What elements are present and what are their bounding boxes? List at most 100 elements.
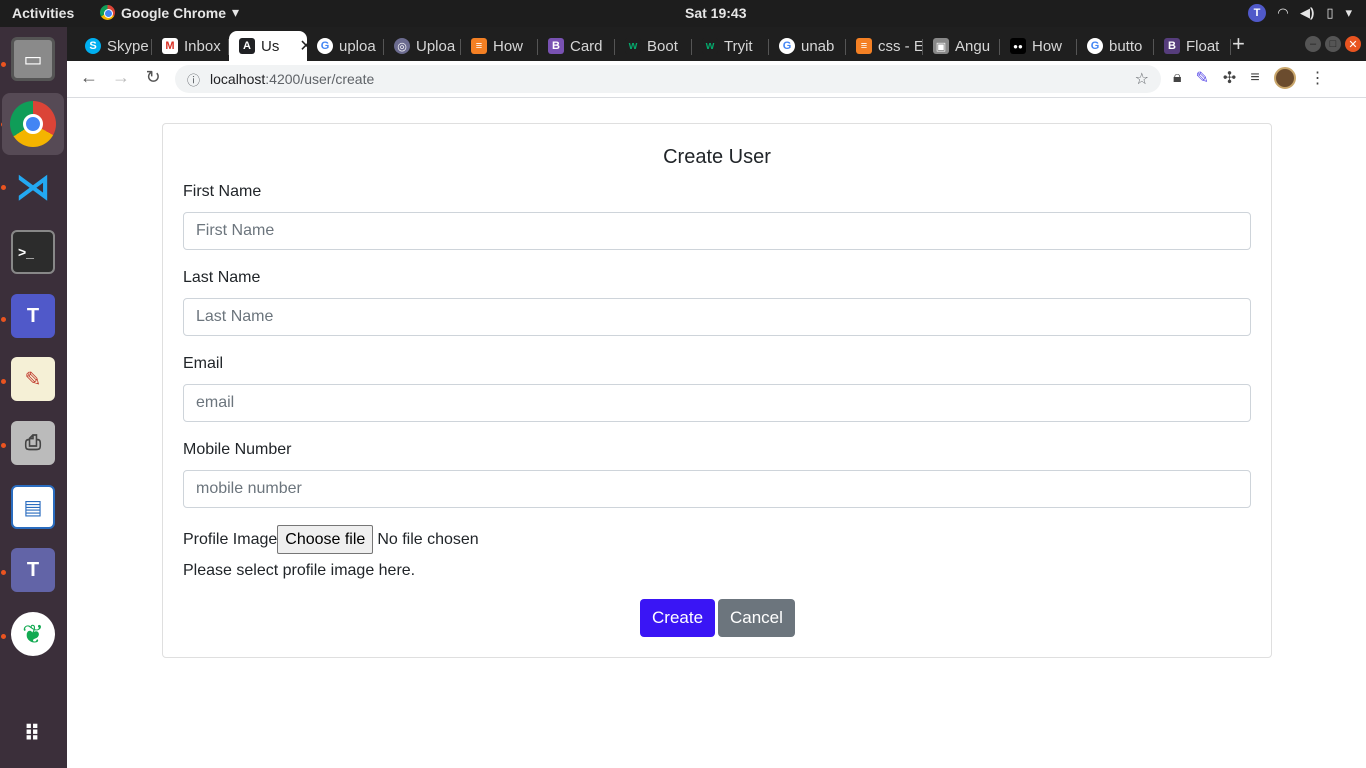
tab-tryit[interactable]: w Tryit — [692, 31, 769, 61]
tab-float[interactable]: B Float — [1154, 31, 1231, 61]
activities-button[interactable]: Activities — [12, 5, 74, 21]
chevron-down-icon[interactable]: ▾ — [1345, 5, 1352, 21]
create-button[interactable]: Create — [640, 599, 716, 637]
running-indicator — [1, 62, 6, 67]
extension-icons: 🔒︎ ✎ ✣ ≡ ⋮ — [1173, 67, 1326, 89]
tab-label: How — [1032, 37, 1063, 55]
maximize-window-button[interactable]: □ — [1325, 36, 1341, 52]
dock-vscode[interactable]: ⋊ — [8, 162, 58, 212]
bootstrap-icon: B — [1164, 38, 1180, 54]
dock-teams-preview[interactable]: T — [8, 545, 58, 595]
dock-teams[interactable]: T — [8, 291, 58, 341]
tab-boot[interactable]: w Boot — [615, 31, 692, 61]
profile-image-help-text: Please select profile image here. — [183, 562, 416, 579]
chrome-icon — [100, 5, 115, 20]
last-name-label: Last Name — [183, 269, 261, 286]
google-icon: G — [779, 38, 795, 54]
tab-inbox[interactable]: M Inbox — [152, 31, 229, 61]
running-indicator — [1, 634, 6, 639]
tab-label: Boot — [647, 37, 678, 55]
mongodb-leaf-icon: ❦ — [11, 612, 55, 656]
dock: ▭ ⋊ >_ T ✎ ⎙ ▤ T ❦ ⠿ — [0, 27, 67, 768]
tab-label: Inbox — [184, 37, 221, 55]
app-menu-label: Google Chrome — [121, 4, 227, 21]
close-tab-icon[interactable]: ✕ — [299, 36, 307, 56]
terminal-icon: >_ — [11, 230, 55, 274]
tab-label: css - E — [878, 37, 923, 55]
dock-chrome[interactable] — [2, 93, 64, 155]
media-queue-icon[interactable]: ≡ — [1250, 69, 1259, 87]
w3schools-icon: w — [625, 38, 641, 54]
show-applications-button[interactable]: ⠿ — [8, 709, 58, 759]
more-menu-icon[interactable]: ⋮ — [1310, 68, 1326, 88]
angular-icon: A — [239, 38, 255, 54]
create-user-card: Create User First Name Last Name Email M… — [162, 123, 1272, 658]
tab-active-user[interactable]: A Us ✕ — [229, 31, 307, 61]
dock-files[interactable]: ▭ — [8, 34, 58, 84]
system-top-bar: Activities Google Chrome ▾ Sat 19:43 T ◠… — [0, 0, 1366, 27]
scanner-icon: ⎙ — [11, 421, 55, 465]
last-name-input[interactable] — [183, 298, 1251, 336]
new-tab-button[interactable]: + — [1232, 31, 1245, 57]
profile-image-label: Profile Image — [183, 530, 278, 548]
gmail-icon: M — [162, 38, 178, 54]
tab-label: Card — [570, 37, 603, 55]
choose-file-button[interactable]: Choose file — [277, 525, 374, 554]
running-indicator — [1, 379, 6, 384]
tab-upload-2[interactable]: ◎ Uploa — [384, 31, 461, 61]
teams-icon: T — [11, 294, 55, 338]
dock-text-editor[interactable]: ✎ — [8, 354, 58, 404]
lock-extension-icon[interactable]: 🔒︎ — [1173, 69, 1182, 87]
wifi-icon[interactable]: ◠ — [1278, 5, 1288, 21]
reload-button[interactable]: ↻ — [141, 67, 165, 88]
tab-label: uploa — [339, 37, 376, 55]
teams-preview-icon: T — [11, 548, 55, 592]
forward-button[interactable]: → — [109, 67, 133, 88]
tab-skype[interactable]: S Skype — [75, 31, 152, 61]
tab-css[interactable]: ≡ css - E — [846, 31, 923, 61]
writer-icon: ▤ — [11, 485, 55, 529]
volume-icon[interactable]: ◀) — [1300, 5, 1314, 21]
back-button[interactable]: ← — [77, 67, 101, 88]
stackoverflow-icon: ≡ — [856, 38, 872, 54]
email-input[interactable] — [183, 384, 1251, 422]
dock-writer[interactable]: ▤ — [8, 482, 58, 532]
info-icon[interactable]: ⓘ — [187, 70, 200, 89]
teams-tray-icon[interactable]: T — [1247, 4, 1266, 22]
bookmark-star-icon[interactable]: ☆ — [1135, 69, 1149, 89]
profile-avatar[interactable] — [1273, 67, 1296, 89]
address-bar[interactable]: ⓘ localhost:4200/user/create ☆ — [175, 65, 1161, 93]
system-tray[interactable]: T ◠ ◀) ▯ ▾ — [1247, 4, 1352, 22]
tab-cards[interactable]: B Card — [538, 31, 615, 61]
tab-how[interactable]: ≡ How — [461, 31, 538, 61]
close-window-button[interactable]: ✕ — [1345, 36, 1361, 52]
clock[interactable]: Sat 19:43 — [685, 5, 746, 21]
first-name-label: First Name — [183, 183, 262, 200]
google-icon: G — [317, 38, 333, 54]
app-menu[interactable]: Google Chrome ▾ — [100, 4, 239, 21]
mobile-number-input[interactable] — [183, 470, 1251, 508]
dock-mongodb[interactable]: ❦ — [8, 609, 58, 659]
tab-label: Uploa — [416, 37, 456, 55]
tab-button[interactable]: G butto — [1077, 31, 1154, 61]
tab-label: How — [493, 37, 524, 55]
running-indicator — [1, 185, 6, 190]
puzzle-icon[interactable]: ✣ — [1223, 68, 1236, 88]
first-name-input[interactable] — [183, 212, 1251, 250]
pen-extension-icon[interactable]: ✎ — [1196, 68, 1209, 88]
tab-how-medium[interactable]: ●● How — [1000, 31, 1077, 61]
dock-scanner[interactable]: ⎙ — [8, 418, 58, 468]
tab-angular[interactable]: ▣ Angu — [923, 31, 1000, 61]
browser-toolbar: ← → ↻ ⓘ localhost:4200/user/create ☆ 🔒︎ … — [67, 61, 1366, 98]
cancel-button[interactable]: Cancel — [718, 599, 795, 637]
minimize-window-button[interactable]: – — [1305, 36, 1321, 52]
tab-upload[interactable]: G uploa — [307, 31, 384, 61]
w3schools-icon: w — [702, 38, 718, 54]
dock-terminal[interactable]: >_ — [8, 227, 58, 277]
battery-icon[interactable]: ▯ — [1326, 5, 1333, 21]
bootstrap-icon: B — [548, 38, 564, 54]
running-indicator — [1, 443, 6, 448]
skype-icon: S — [85, 38, 101, 54]
vscode-icon: ⋊ — [15, 166, 51, 207]
tab-unable[interactable]: G unab — [769, 31, 846, 61]
